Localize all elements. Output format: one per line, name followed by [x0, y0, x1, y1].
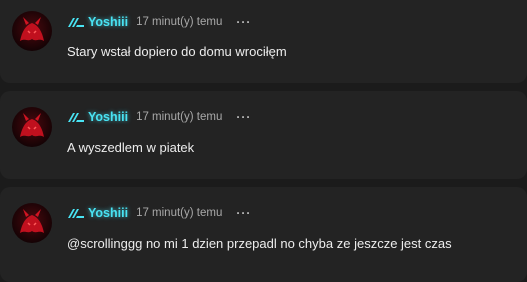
more-options-button[interactable]: ··· — [236, 15, 251, 29]
red-creature-avatar-icon — [20, 113, 44, 137]
username-label: Yoshiii — [88, 110, 129, 124]
avatar[interactable] — [12, 11, 52, 51]
username[interactable]: Yoshiii — [67, 110, 128, 124]
rank-chevron-icon — [68, 113, 84, 122]
red-creature-avatar-icon — [20, 209, 44, 233]
timestamp: 17 minut(y) temu — [136, 16, 223, 28]
rank-chevron-icon — [68, 18, 84, 27]
more-options-button[interactable]: ··· — [236, 110, 251, 124]
comment-card: Yoshiii 17 minut(y) temu ··· A wyszedlem… — [0, 91, 527, 179]
comment-card: Yoshiii 17 minut(y) temu ··· @scrollingg… — [0, 187, 527, 282]
username-label: Yoshiii — [88, 206, 129, 220]
avatar[interactable] — [12, 203, 52, 243]
comment-text: @scrollinggg no mi 1 dzien przepadl no c… — [67, 236, 452, 251]
comment-text: A wyszedlem w piatek — [67, 140, 195, 155]
username-label: Yoshiii — [88, 15, 129, 29]
comment-feed: Yoshiii 17 minut(y) temu ··· Stary wstał… — [0, 0, 527, 282]
avatar[interactable] — [12, 107, 52, 147]
comment-meta: Yoshiii 17 minut(y) temu ··· — [67, 203, 251, 223]
red-creature-avatar-icon — [20, 17, 44, 41]
comment-text: Stary wstał dopiero do domu wrociłęm — [67, 44, 287, 59]
timestamp: 17 minut(y) temu — [136, 111, 223, 123]
rank-chevron-icon — [68, 209, 84, 218]
comment-meta: Yoshiii 17 minut(y) temu ··· — [67, 12, 251, 32]
timestamp: 17 minut(y) temu — [136, 207, 223, 219]
username[interactable]: Yoshiii — [67, 15, 128, 29]
comment-card: Yoshiii 17 minut(y) temu ··· Stary wstał… — [0, 0, 527, 83]
more-options-button[interactable]: ··· — [236, 206, 251, 220]
username[interactable]: Yoshiii — [67, 206, 128, 220]
comment-meta: Yoshiii 17 minut(y) temu ··· — [67, 107, 251, 127]
